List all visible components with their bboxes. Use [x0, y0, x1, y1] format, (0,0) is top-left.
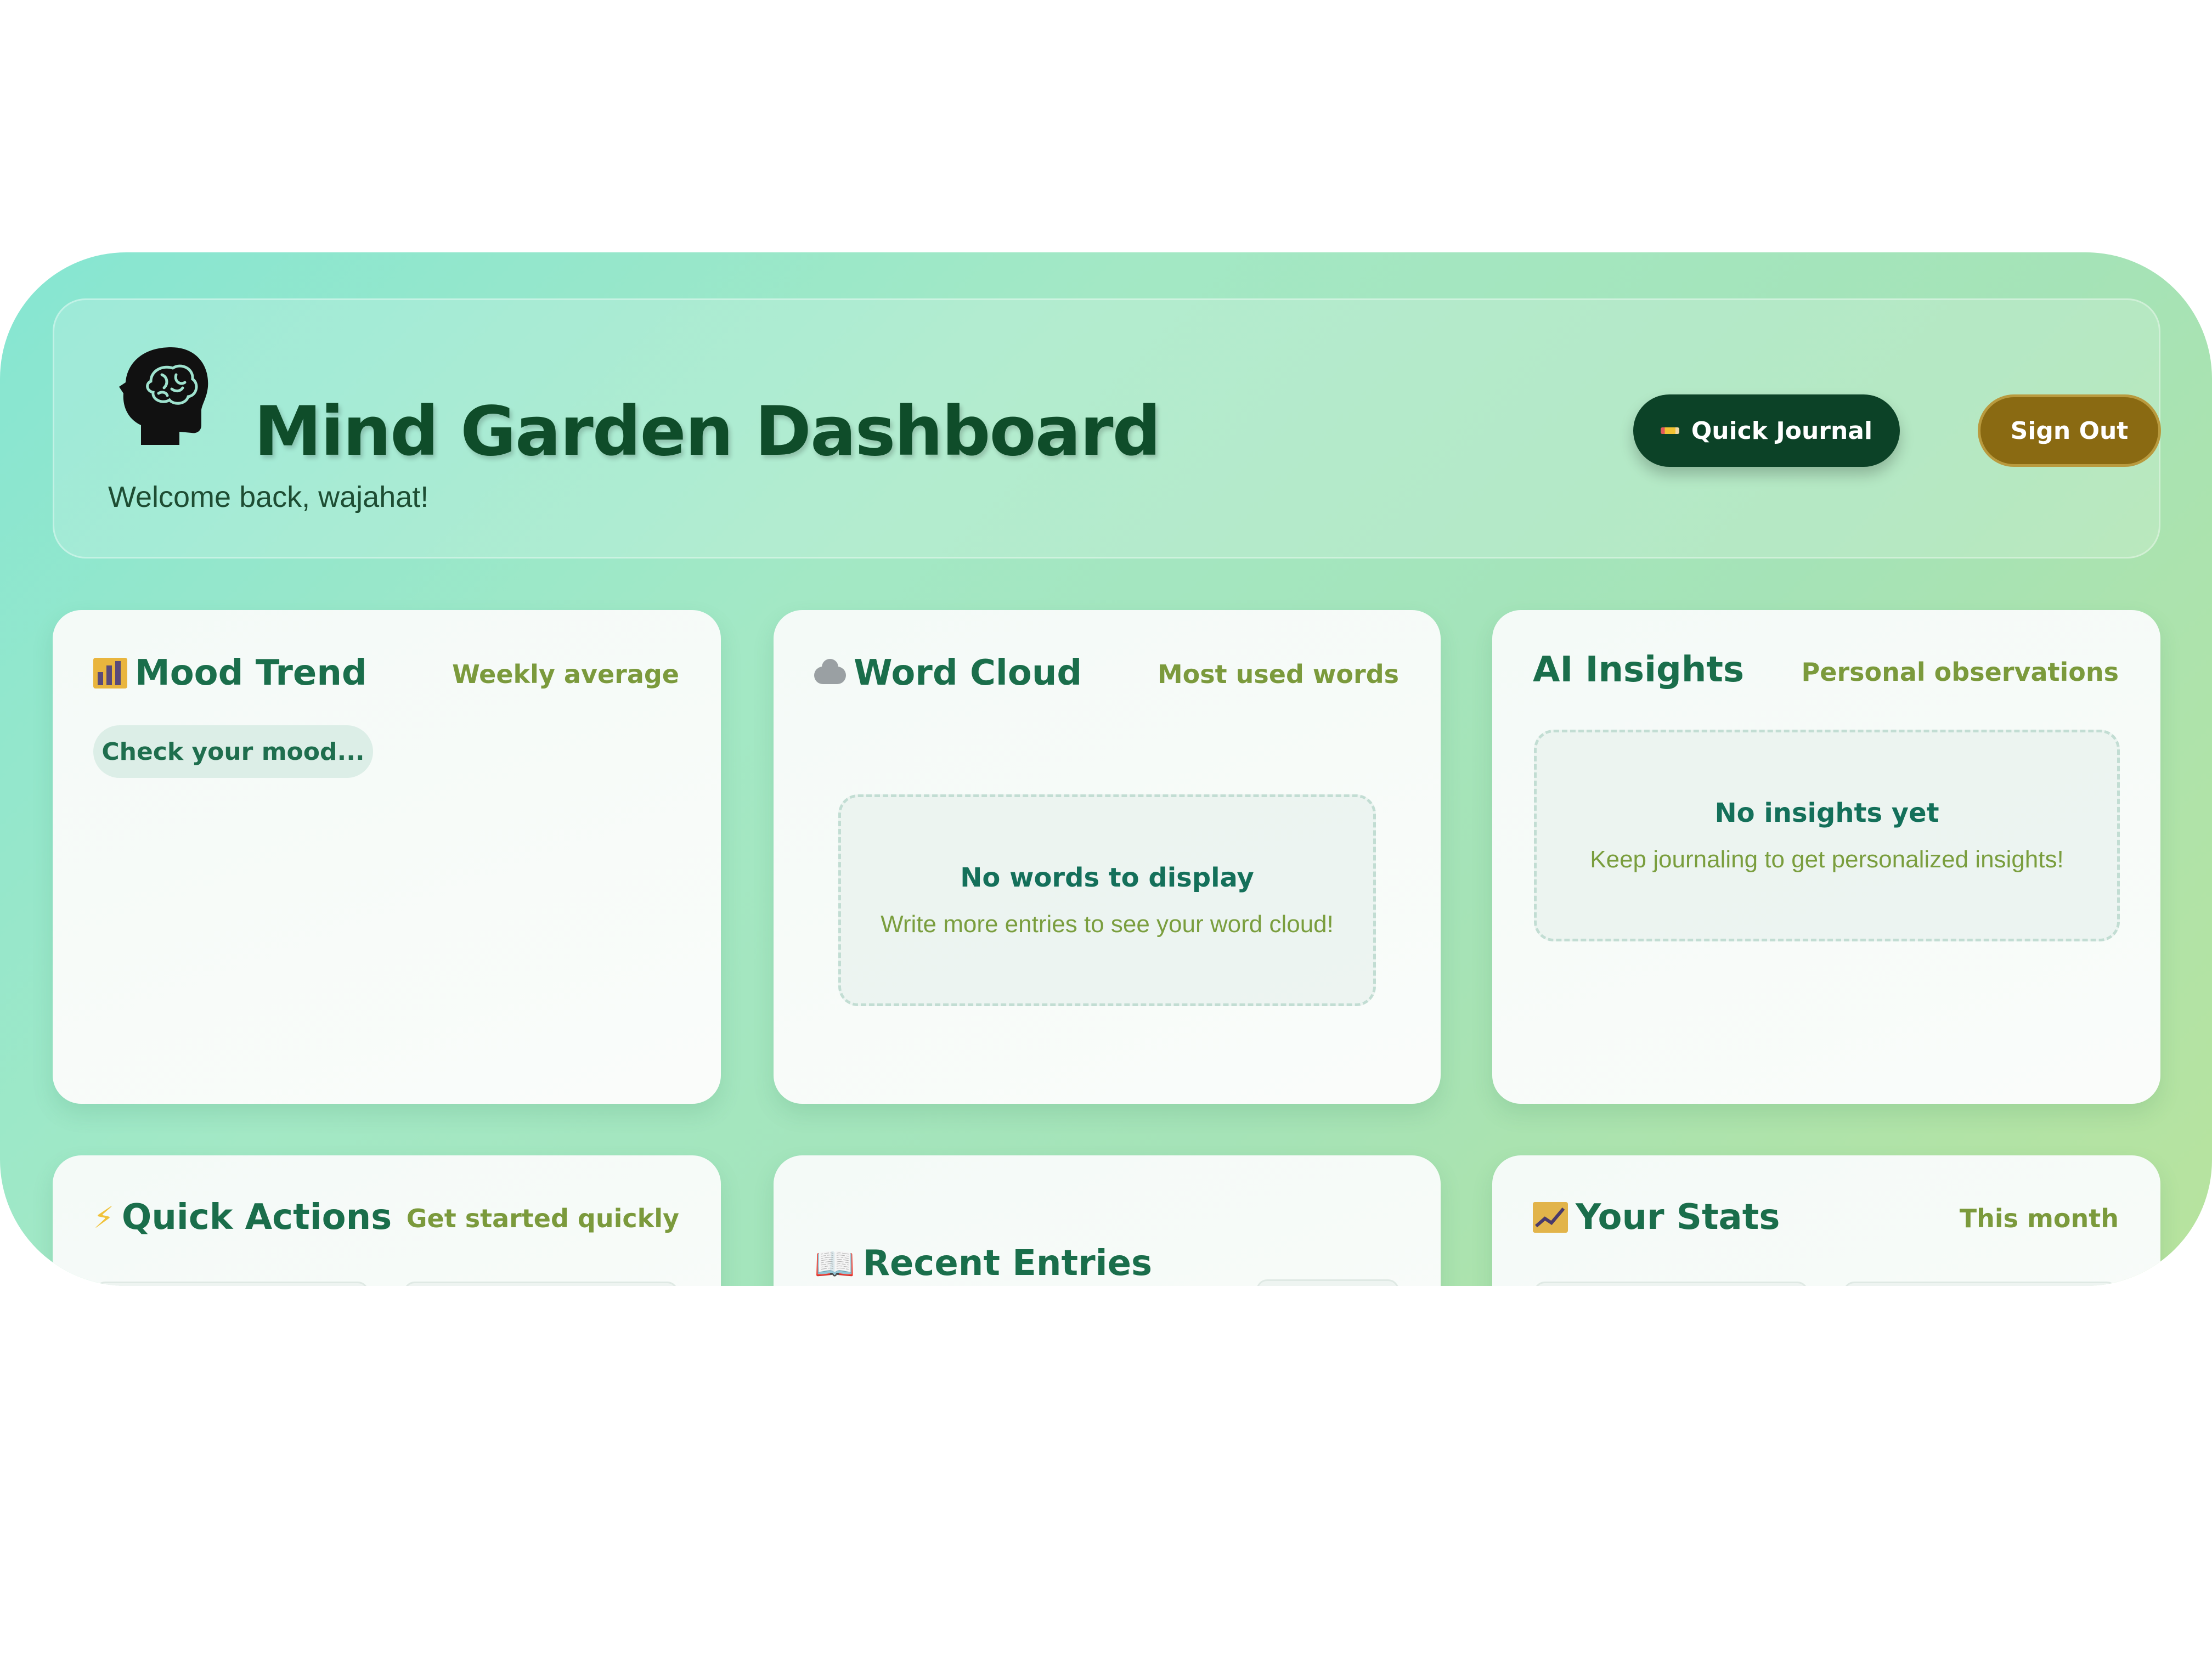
- bar-chart-icon: [93, 658, 127, 689]
- ai-insights-empty-state: No insights yet Keep journaling to get p…: [1534, 730, 2120, 941]
- book-icon: 📖: [814, 1244, 855, 1283]
- lightning-icon: ⚡: [93, 1200, 114, 1235]
- brain-head-icon: [119, 347, 208, 445]
- your-stats-subtitle: This month: [1959, 1204, 2119, 1233]
- quick-action-button[interactable]: [94, 1282, 369, 1286]
- quick-actions-title: ⚡ Quick Actions: [93, 1197, 392, 1238]
- page-title: Mind Garden Dashboard: [254, 392, 1161, 471]
- recent-entries-title: 📖 Recent Entries: [814, 1243, 1152, 1284]
- word-cloud-subtitle: Most used words: [1157, 659, 1399, 689]
- recent-entries-title-text: Recent Entries: [862, 1243, 1153, 1284]
- your-stats-title-text: Your Stats: [1576, 1197, 1780, 1238]
- mood-trend-subtitle: Weekly average: [452, 659, 679, 689]
- check-mood-chip[interactable]: Check your mood...: [93, 725, 373, 778]
- sign-out-button[interactable]: Sign Out: [1978, 394, 2161, 467]
- recent-entries-card: 📖 Recent Entries: [774, 1155, 1441, 1286]
- empty-state-message: Write more entries to see your word clou…: [881, 911, 1334, 938]
- word-cloud-empty-state: No words to display Write more entries t…: [838, 794, 1376, 1006]
- your-stats-card: Your Stats This month: [1492, 1155, 2160, 1286]
- dashboard-background: Mind Garden Dashboard Welcome back, waja…: [0, 252, 2212, 1286]
- stat-tile: [1843, 1282, 2118, 1286]
- quick-actions-title-text: Quick Actions: [121, 1197, 392, 1238]
- quick-journal-label: Quick Journal: [1691, 416, 1873, 445]
- empty-state-message: Keep journaling to get personalized insi…: [1590, 846, 2064, 873]
- dashboard-header: Mind Garden Dashboard Welcome back, waja…: [53, 298, 2161, 558]
- word-cloud-title: Word Cloud: [814, 653, 1082, 693]
- ai-insights-subtitle: Personal observations: [1801, 657, 2119, 687]
- quick-actions-card: ⚡ Quick Actions Get started quickly: [53, 1155, 721, 1286]
- empty-state-title: No insights yet: [1714, 798, 1939, 828]
- pencil-icon: [1660, 427, 1679, 434]
- welcome-message: Welcome back, wajahat!: [108, 481, 429, 514]
- trend-chart-icon: [1533, 1202, 1568, 1233]
- empty-state-title: No words to display: [960, 862, 1254, 893]
- word-cloud-title-text: Word Cloud: [854, 653, 1082, 693]
- cloud-icon: [814, 659, 846, 684]
- view-all-button[interactable]: [1256, 1279, 1399, 1286]
- your-stats-title: Your Stats: [1533, 1197, 1780, 1238]
- ai-insights-card: AI Insights Personal observations No ins…: [1492, 610, 2160, 1104]
- mood-trend-title-text: Mood Trend: [135, 653, 367, 693]
- quick-action-button[interactable]: [404, 1282, 678, 1286]
- word-cloud-card: Word Cloud Most used words No words to d…: [774, 610, 1441, 1104]
- stat-tile: [1534, 1282, 1808, 1286]
- quick-journal-button[interactable]: Quick Journal: [1633, 394, 1900, 467]
- quick-actions-subtitle: Get started quickly: [406, 1204, 679, 1233]
- mood-trend-card: Mood Trend Weekly average Check your moo…: [53, 610, 721, 1104]
- ai-insights-title: AI Insights: [1533, 650, 1745, 690]
- mood-trend-title: Mood Trend: [93, 653, 367, 693]
